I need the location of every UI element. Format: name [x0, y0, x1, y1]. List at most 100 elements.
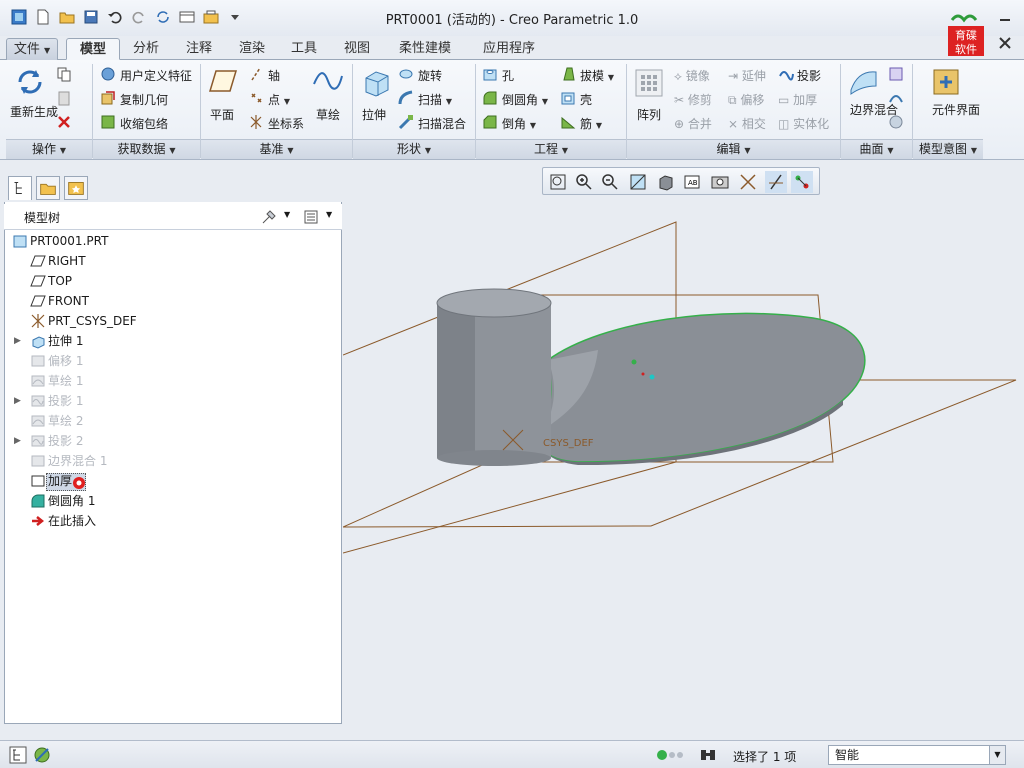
expand-icon[interactable]: ▶: [14, 391, 21, 411]
list-item[interactable]: 在此插入: [4, 511, 334, 531]
offset-button[interactable]: ⧉ 偏移: [728, 91, 764, 108]
show-navigator-icon[interactable]: [8, 745, 28, 765]
revolve-button[interactable]: 旋转: [418, 67, 442, 84]
project-button[interactable]: 投影: [797, 67, 821, 84]
point-display-icon[interactable]: [791, 171, 813, 193]
csys-button[interactable]: 坐标系: [268, 115, 304, 132]
group-model-intent[interactable]: 模型意图 ▼: [913, 139, 983, 159]
list-item[interactable]: 偏移 1: [4, 351, 334, 371]
view-manager-icon[interactable]: [709, 171, 731, 193]
list-item[interactable]: PRT0001.PRT: [4, 231, 334, 251]
udf-icon[interactable]: [100, 66, 116, 82]
freestyle-icon[interactable]: [888, 114, 904, 130]
list-item[interactable]: ▶ 投影 2: [4, 431, 334, 451]
shrinkwrap-icon[interactable]: [100, 114, 116, 130]
tab-file[interactable]: 文件 ▼: [6, 38, 58, 60]
selection-filter[interactable]: 智能 ▼: [828, 745, 1006, 765]
chamfer-button[interactable]: 倒角 ▼: [502, 115, 536, 132]
tab-flexible-modeling[interactable]: 柔性建模: [390, 38, 460, 60]
intersect-button[interactable]: ⨯ 相交: [728, 115, 766, 132]
tree-show-dropdown-icon[interactable]: ▼: [326, 210, 332, 219]
list-item[interactable]: FRONT: [4, 291, 334, 311]
folder-browser-tab-icon[interactable]: [36, 176, 60, 200]
zoom-in-icon[interactable]: [573, 171, 595, 193]
draft-button[interactable]: 拔模 ▼: [580, 67, 614, 84]
tree-settings-dropdown-icon[interactable]: ▼: [284, 210, 290, 219]
favorites-tab-icon[interactable]: [64, 176, 88, 200]
copy-geometry-button[interactable]: 复制几何: [120, 91, 168, 108]
pattern-icon[interactable]: [634, 68, 664, 98]
rib-button[interactable]: 筋 ▼: [580, 115, 602, 132]
expand-icon[interactable]: ▶: [14, 431, 21, 451]
boundary-blend-button[interactable]: 边界混合: [850, 104, 898, 117]
datum-plane-icon[interactable]: [208, 68, 238, 94]
fill-icon[interactable]: [888, 66, 904, 82]
hole-button[interactable]: 孔: [502, 67, 514, 84]
copy-icon[interactable]: [56, 66, 72, 82]
extrude-button[interactable]: 拉伸: [362, 106, 386, 123]
tab-applications[interactable]: 应用程序: [472, 38, 546, 60]
list-item[interactable]: RIGHT: [4, 251, 334, 271]
extrude-icon[interactable]: [360, 66, 392, 98]
tab-analysis[interactable]: 分析: [124, 38, 168, 60]
tab-view[interactable]: 视图: [335, 38, 379, 60]
sketch-button[interactable]: 草绘: [316, 106, 340, 123]
group-engineering[interactable]: 工程 ▼: [476, 139, 626, 159]
tree-settings-icon[interactable]: [260, 208, 278, 226]
component-interface-icon[interactable]: [930, 66, 962, 98]
delete-icon[interactable]: [56, 114, 72, 130]
regenerate-icon[interactable]: [14, 66, 46, 98]
datum-point-icon[interactable]: [248, 90, 264, 106]
datum-plane-button[interactable]: 平面: [210, 106, 234, 123]
style-icon[interactable]: [888, 90, 904, 106]
group-surfaces[interactable]: 曲面 ▼: [841, 139, 912, 159]
sweep-icon[interactable]: [398, 90, 414, 106]
shrinkwrap-button[interactable]: 收缩包络: [120, 115, 168, 132]
list-item[interactable]: TOP: [4, 271, 334, 291]
trim-button[interactable]: ✂ 修剪: [674, 91, 712, 108]
datum-axis-icon[interactable]: [248, 66, 264, 82]
list-item[interactable]: PRT_CSYS_DEF: [4, 311, 334, 331]
list-item[interactable]: ▶ 投影 1: [4, 391, 334, 411]
list-item[interactable]: 倒圆角 1: [4, 491, 334, 511]
mirror-button[interactable]: ⟡ 镜像: [674, 67, 710, 84]
datum-axis-button[interactable]: 轴: [268, 67, 280, 84]
tab-render[interactable]: 渲染: [230, 38, 274, 60]
minimize-icon[interactable]: [994, 8, 1016, 26]
tab-tools[interactable]: 工具: [282, 38, 326, 60]
axis-display-icon[interactable]: [765, 171, 787, 193]
round-button[interactable]: 倒圆角 ▼: [502, 91, 548, 108]
revolve-icon[interactable]: [398, 66, 414, 82]
sweep-button[interactable]: 扫描 ▼: [418, 91, 452, 108]
paste-icon[interactable]: [56, 90, 72, 106]
repaint-icon[interactable]: [627, 171, 649, 193]
extend-button[interactable]: ⇥ 延伸: [728, 67, 766, 84]
draft-icon[interactable]: [560, 66, 576, 82]
group-shapes[interactable]: 形状 ▼: [353, 139, 475, 159]
list-item[interactable]: 加厚: [4, 471, 334, 491]
refit-icon[interactable]: [547, 171, 569, 193]
plane-display-icon[interactable]: [737, 171, 759, 193]
csys-icon[interactable]: [248, 114, 264, 130]
merge-button[interactable]: ⊕ 合并: [674, 115, 712, 132]
solidify-button[interactable]: ◫ 实体化: [778, 115, 829, 132]
sketch-icon[interactable]: [312, 68, 344, 94]
group-get-data[interactable]: 获取数据 ▼: [93, 139, 200, 159]
group-editing[interactable]: 编辑 ▼: [627, 139, 840, 159]
tab-model[interactable]: 模型: [66, 38, 120, 60]
list-item[interactable]: ▶ 拉伸 1: [4, 331, 334, 351]
group-operations[interactable]: 操作 ▼: [6, 139, 92, 159]
shell-button[interactable]: 壳: [580, 91, 592, 108]
tab-annotate[interactable]: 注释: [176, 38, 222, 60]
find-icon[interactable]: [698, 745, 718, 765]
datum-point-button[interactable]: 点 ▼: [268, 91, 290, 108]
hole-icon[interactable]: [482, 66, 498, 82]
swept-blend-button[interactable]: 扫描混合: [418, 115, 466, 132]
tree-show-icon[interactable]: [302, 208, 320, 226]
rib-icon[interactable]: [560, 114, 576, 130]
shell-icon[interactable]: [560, 90, 576, 106]
chevron-down-icon[interactable]: ▼: [989, 746, 1005, 764]
round-icon[interactable]: [482, 90, 498, 106]
saved-views-icon[interactable]: AB: [681, 171, 703, 193]
regenerate-button[interactable]: 重新生成: [10, 106, 58, 119]
